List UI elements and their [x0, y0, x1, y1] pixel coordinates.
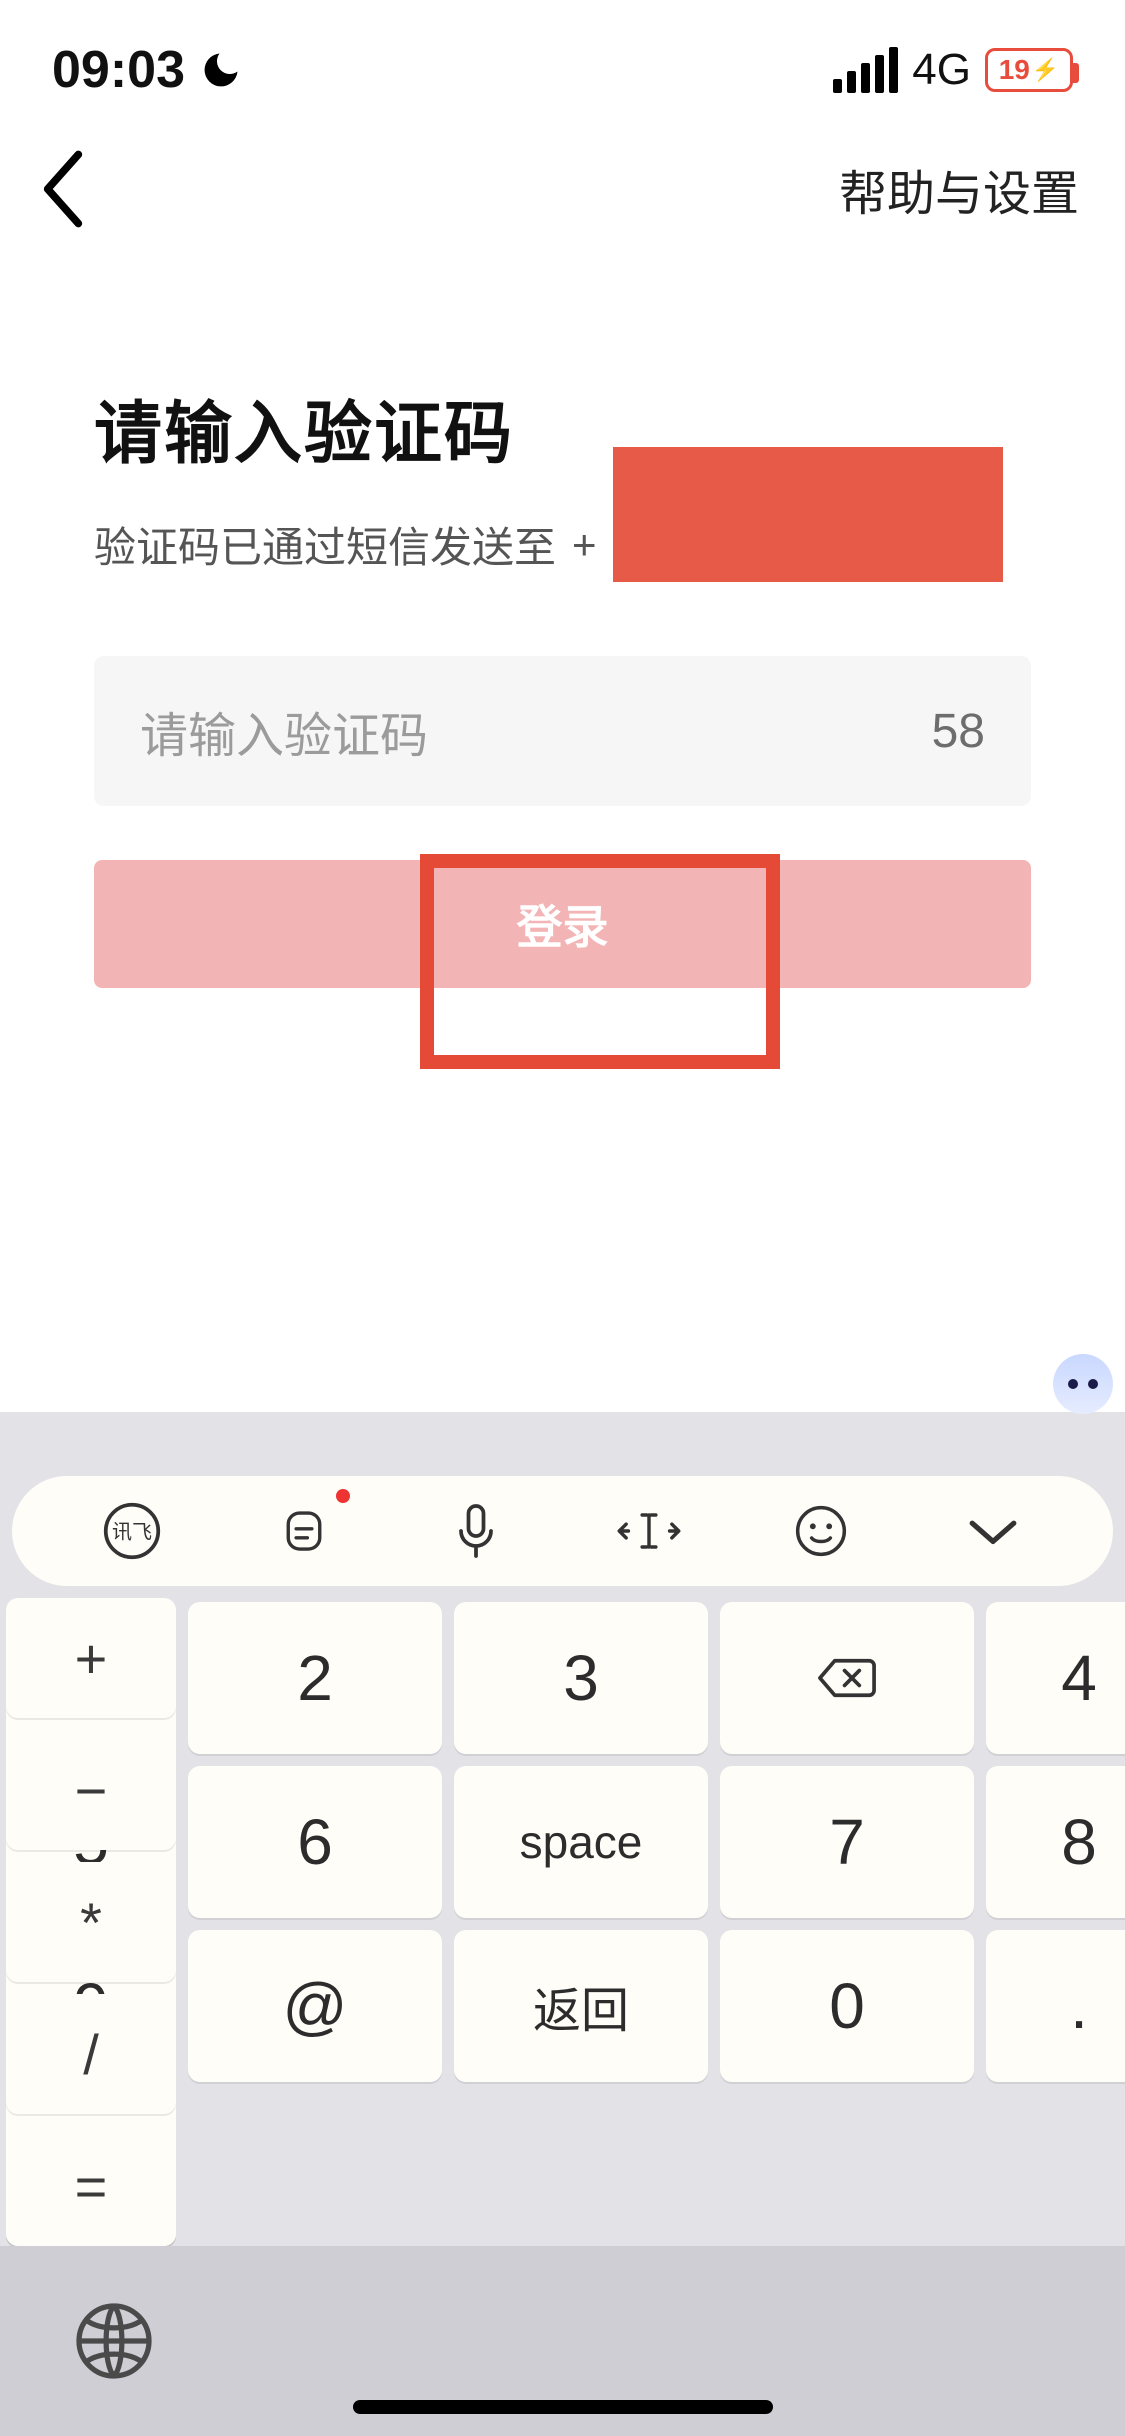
status-time: 09:03 — [52, 40, 185, 100]
key-8[interactable]: 8 — [986, 1766, 1125, 1918]
cursor-tools-button[interactable] — [609, 1491, 689, 1571]
ime-brand-button[interactable]: 讯飞 — [92, 1491, 172, 1571]
key-7[interactable]: 7 — [720, 1766, 974, 1918]
battery-icon: 19 ⚡ — [985, 48, 1073, 92]
keyboard-toolbar: 讯飞 — [12, 1476, 1113, 1586]
dnd-moon-icon — [199, 48, 243, 92]
key-backspace[interactable] — [720, 1602, 974, 1754]
nav-bar: 帮助与设置 — [0, 110, 1125, 228]
status-left: 09:03 — [52, 40, 243, 100]
back-button[interactable] — [40, 150, 86, 228]
svg-text:讯飞: 讯飞 — [112, 1521, 152, 1544]
login-button[interactable]: 登录 — [94, 860, 1031, 988]
key-period[interactable]: . — [986, 1930, 1125, 2082]
clipboard-button[interactable] — [264, 1491, 344, 1571]
key-at[interactable]: @ — [188, 1930, 442, 2082]
verification-code-input[interactable]: 请输入验证码 58 — [94, 656, 1031, 806]
home-indicator[interactable] — [353, 2400, 773, 2414]
key-2[interactable]: 2 — [188, 1602, 442, 1754]
battery-percent: 19 — [999, 54, 1030, 86]
network-label: 4G — [912, 45, 971, 95]
symbol-key-column: + − * / = — [6, 1598, 176, 2246]
key-equals[interactable]: = — [6, 2126, 176, 2246]
bolt-icon: ⚡ — [1032, 59, 1059, 81]
globe-button[interactable] — [72, 2299, 156, 2383]
key-6[interactable]: 6 — [188, 1766, 442, 1918]
signal-bars-icon — [833, 47, 898, 93]
ime-mascot-icon[interactable] — [1053, 1354, 1113, 1414]
key-asterisk[interactable]: * — [6, 1862, 176, 1982]
status-bar: 09:03 4G 19 ⚡ — [0, 0, 1125, 110]
key-minus[interactable]: − — [6, 1730, 176, 1850]
collapse-keyboard-button[interactable] — [953, 1491, 1033, 1571]
key-4[interactable]: 4 — [986, 1602, 1125, 1754]
key-slash[interactable]: / — [6, 1994, 176, 2114]
status-right: 4G 19 ⚡ — [833, 45, 1073, 95]
emoji-button[interactable] — [781, 1491, 861, 1571]
key-return-mode[interactable]: 返回 — [454, 1930, 708, 2082]
key-3[interactable]: 3 — [454, 1602, 708, 1754]
key-0[interactable]: 0 — [720, 1930, 974, 2082]
main-content: 请输入验证码 验证码已通过短信发送至 + 请输入验证码 58 登录 — [0, 228, 1125, 988]
help-settings-link[interactable]: 帮助与设置 — [839, 154, 1079, 224]
redacted-phone-block — [613, 447, 1003, 582]
subtitle-text: 验证码已通过短信发送至 — [94, 514, 556, 575]
voice-input-button[interactable] — [436, 1491, 516, 1571]
key-plus[interactable]: + — [6, 1598, 176, 1718]
phone-prefix: + — [572, 521, 597, 569]
key-space[interactable]: space — [454, 1766, 708, 1918]
keyboard-bottom-bar — [0, 2246, 1125, 2436]
resend-countdown: 58 — [932, 704, 985, 759]
keyboard: 讯飞 + 1 2 3 − 4 5 6 space * — [0, 1412, 1125, 2436]
code-placeholder: 请输入验证码 — [140, 696, 428, 766]
